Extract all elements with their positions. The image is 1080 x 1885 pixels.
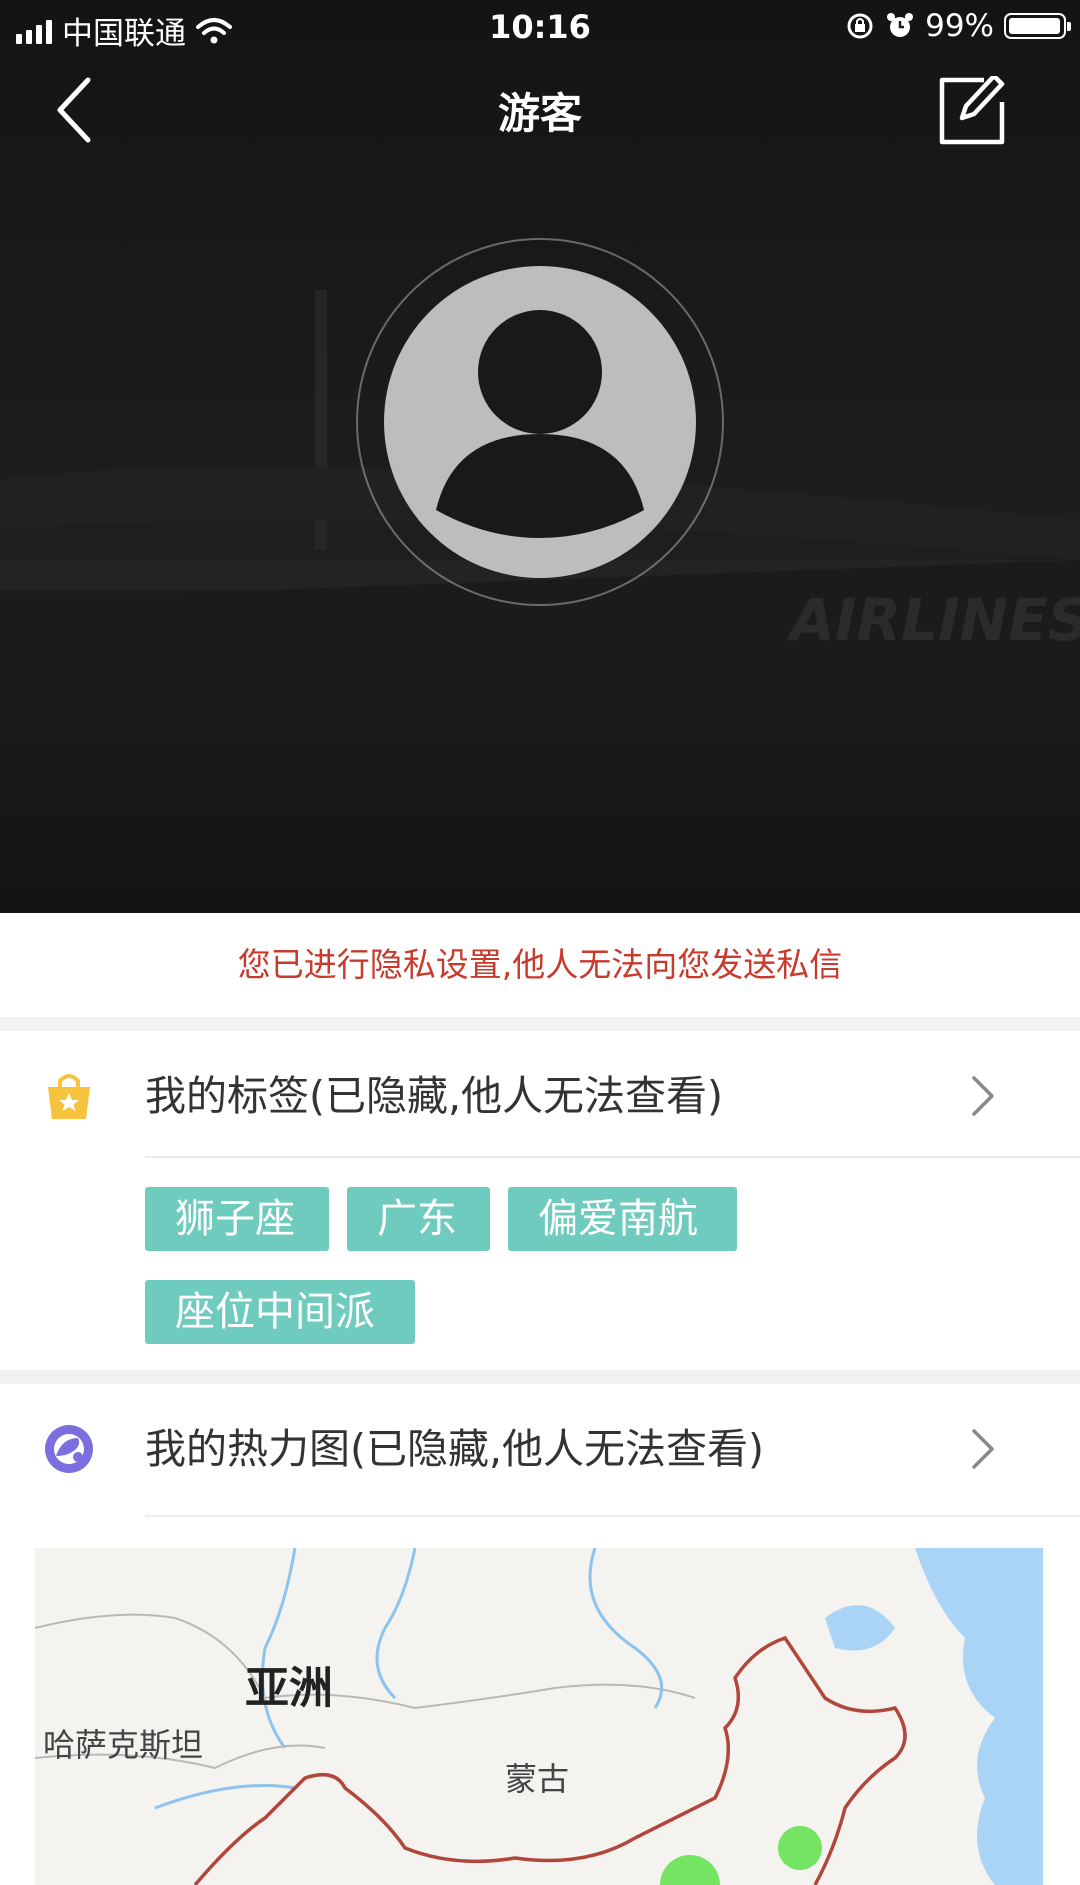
- map-label-asia: 亚洲: [245, 1663, 333, 1714]
- avatar[interactable]: [384, 266, 696, 578]
- tags-section-row[interactable]: 我的标签(已隐藏,他人无法查看): [0, 1031, 1080, 1161]
- battery-percentage: 99%: [925, 8, 994, 44]
- map-label-kazakhstan: 哈萨克斯坦: [43, 1726, 204, 1764]
- chevron-right-icon: [972, 1429, 994, 1469]
- alarm-icon: [887, 13, 914, 37]
- heatmap-map[interactable]: 亚洲 哈萨克斯坦 蒙古: [35, 1548, 1043, 1885]
- map-label-mongolia: 蒙古: [505, 1760, 570, 1798]
- tags-section-label: 我的标签(已隐藏,他人无法查看): [145, 1072, 724, 1120]
- section-divider: [0, 1017, 1080, 1031]
- status-right: 99%: [845, 8, 1071, 44]
- chevron-right-icon: [972, 1076, 994, 1116]
- airlines-watermark: AIRLINES: [786, 586, 1080, 654]
- tag-chip[interactable]: 座位中间派: [145, 1280, 415, 1344]
- edit-button[interactable]: [936, 73, 1008, 148]
- battery-icon: [1004, 13, 1071, 39]
- default-avatar-icon: [436, 310, 644, 538]
- page-title: 游客: [497, 89, 582, 138]
- rotation-lock-icon: [847, 13, 873, 39]
- heatmap-section-label: 我的热力图(已隐藏,他人无法查看): [145, 1425, 765, 1473]
- row-divider: [145, 1515, 1080, 1517]
- section-divider: [0, 1370, 1080, 1384]
- heatmap-icon: [45, 1425, 93, 1473]
- heatmap-section-row[interactable]: 我的热力图(已隐藏,他人无法查看): [0, 1384, 1080, 1514]
- status-bar: 中国联通 10:16 99%: [0, 0, 1080, 56]
- shopping-bag-star-icon: [48, 1074, 90, 1119]
- tag-chip[interactable]: 偏爱南航: [508, 1187, 737, 1251]
- profile-page: AIRLINES 中国联通 10:16 99% 游客 您已进行隐私设置,他人无法…: [0, 0, 1080, 1885]
- profile-header: AIRLINES 中国联通 10:16 99% 游客: [0, 0, 1080, 913]
- tag-chip[interactable]: 广东: [347, 1187, 490, 1251]
- map-graphic: [35, 1548, 1043, 1885]
- tag-chip[interactable]: 狮子座: [145, 1187, 329, 1251]
- privacy-notice: 您已进行隐私设置,他人无法向您发送私信: [0, 913, 1080, 1017]
- tag-list: 狮子座 广东 偏爱南航 座位中间派: [0, 1158, 1080, 1370]
- edit-icon: [939, 73, 1005, 145]
